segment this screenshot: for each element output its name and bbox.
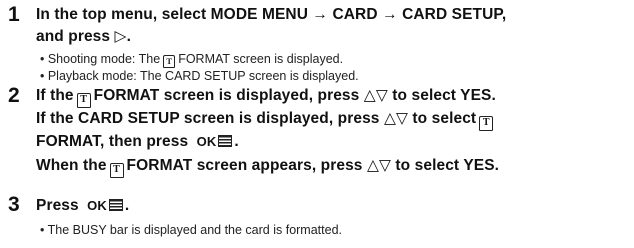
up-down-triangle-icon: △▽ bbox=[366, 157, 391, 174]
text-segment: When the bbox=[36, 157, 107, 174]
bullet-item: • The BUSY bar is displayed and the card… bbox=[40, 223, 342, 237]
bullet-item: • Shooting mode: The FORMAT screen is dis… bbox=[40, 50, 343, 68]
text-segment: FORMAT screen is displayed. bbox=[178, 52, 344, 66]
text-segment: to select YES. bbox=[392, 87, 496, 104]
text-segment: FORMAT screen appears, press bbox=[126, 157, 363, 174]
step-number: 1 bbox=[8, 3, 20, 26]
text-segment: CARD bbox=[332, 6, 378, 23]
up-down-triangle-icon: △▽ bbox=[363, 87, 388, 104]
text-segment: FORMAT screen is displayed, press bbox=[93, 87, 360, 104]
text-segment: If the bbox=[36, 87, 74, 104]
text-segment: . bbox=[234, 133, 239, 150]
ok-label: OK bbox=[196, 134, 217, 149]
ok-label: OK bbox=[87, 198, 107, 213]
card-icon bbox=[76, 93, 91, 108]
right-triangle-icon: ▷ bbox=[114, 28, 127, 45]
text-segment: If the CARD SETUP screen is displayed, p… bbox=[36, 110, 380, 127]
text-segment: to select bbox=[412, 110, 477, 127]
up-down-triangle-icon: △▽ bbox=[383, 110, 408, 127]
text-segment: Press bbox=[36, 197, 79, 214]
bullet-item: • Playback mode: The CARD SETUP screen i… bbox=[40, 69, 359, 83]
text-segment: In the top menu, select MODE MENU bbox=[36, 6, 308, 23]
step-text: and press ▷. bbox=[36, 26, 131, 48]
arrow-icon: → bbox=[312, 6, 329, 23]
card-icon bbox=[109, 163, 124, 178]
card-icon bbox=[479, 116, 494, 131]
menu-ok-icon bbox=[218, 135, 233, 147]
text-segment: • Shooting mode: The bbox=[40, 52, 161, 66]
text-segment: CARD SETUP, bbox=[402, 6, 507, 23]
arrow-icon: → bbox=[382, 6, 398, 23]
step-text: Press OK. bbox=[36, 195, 129, 217]
text-segment: and press bbox=[36, 28, 111, 45]
step-text: In the top menu, select MODE MENU → CARD… bbox=[36, 4, 506, 26]
step-text: If theFORMAT screen is displayed, press … bbox=[36, 85, 496, 108]
step-text: When theFORMAT screen appears, press △▽ … bbox=[36, 155, 499, 178]
text-segment: FORMAT, then press bbox=[36, 133, 189, 150]
text-segment: . bbox=[126, 28, 131, 45]
text-segment: . bbox=[124, 197, 130, 214]
text-segment: to select YES. bbox=[395, 157, 500, 174]
step-text: FORMAT, then press OK. bbox=[36, 131, 239, 153]
step-number: 3 bbox=[8, 193, 20, 216]
step-text: If the CARD SETUP screen is displayed, p… bbox=[36, 108, 496, 131]
step-number: 2 bbox=[8, 84, 20, 107]
menu-ok-icon bbox=[108, 199, 123, 211]
